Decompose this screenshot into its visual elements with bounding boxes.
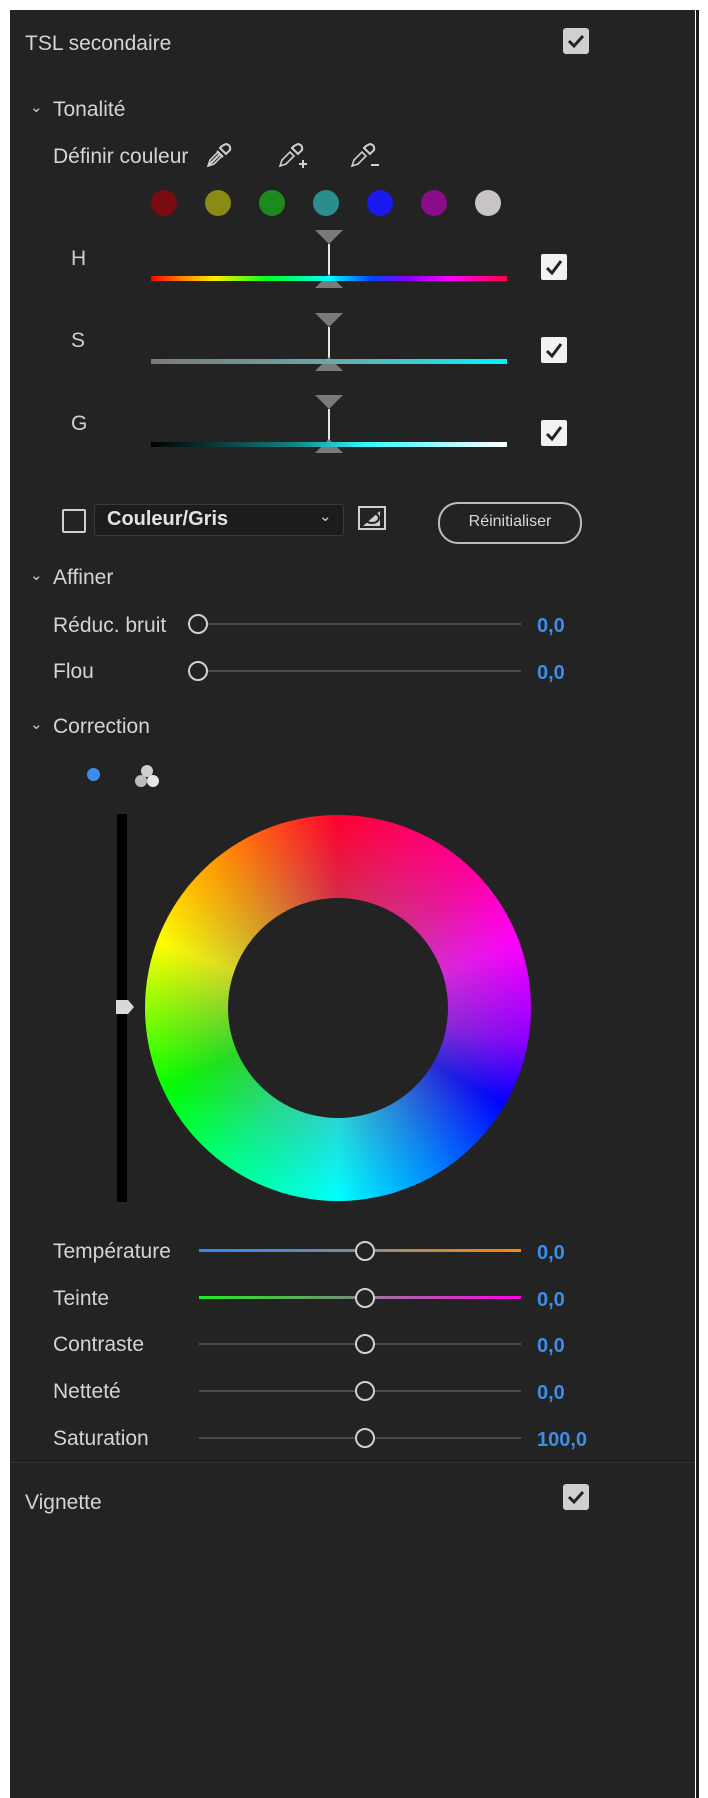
tint-value[interactable]: 0,0 [537,1289,565,1312]
hue-label: H [71,247,87,270]
tint-track-left[interactable] [199,1296,357,1299]
vignette-enable-checkbox[interactable] [563,1484,589,1510]
chevron-down-icon: ⌄ [319,508,332,525]
noise-reduction-track[interactable] [205,623,521,625]
tint-knob[interactable] [355,1288,375,1308]
color-swatch-white[interactable] [475,190,501,216]
luminance-enable-checkbox[interactable] [541,420,567,446]
invert-mask-icon[interactable] [358,506,388,532]
sharpness-knob[interactable] [355,1381,375,1401]
saturation-correction-knob[interactable] [355,1428,375,1448]
check-icon [545,426,563,442]
reset-button-label: Réinitialiser [468,513,552,530]
noise-reduction-value[interactable]: 0,0 [537,615,565,638]
saturation-correction-value[interactable]: 100,0 [537,1429,587,1452]
panel-edge [696,10,699,1798]
sharpness-label: Netteté [53,1380,121,1403]
contrast-knob[interactable] [355,1334,375,1354]
check-icon [567,1490,585,1505]
temperature-label: Température [53,1240,171,1263]
color-swatch-yellow[interactable] [205,190,231,216]
saturation-enable-checkbox[interactable] [541,337,567,363]
check-icon [567,34,585,49]
saturation-correction-label: Saturation [53,1427,149,1450]
color-swatch-cyan[interactable] [313,190,339,216]
color-wheel[interactable] [145,815,531,1201]
hue-enable-checkbox[interactable] [541,254,567,280]
hue-bar[interactable] [151,276,507,281]
section-title-tonalite: Tonalité [53,98,126,121]
color-swatch-green[interactable] [259,190,285,216]
chevron-down-icon[interactable]: ⌄ [30,715,43,733]
temperature-value[interactable]: 0,0 [537,1242,565,1265]
define-color-label: Définir couleur [53,145,189,168]
sharpness-value[interactable]: 0,0 [537,1382,565,1405]
eyedropper-icon[interactable] [204,140,234,170]
section-title-vignette: Vignette [25,1491,102,1514]
temperature-track-right[interactable] [373,1249,521,1252]
eyedropper-subtract-icon[interactable] [348,140,382,174]
check-icon [545,260,563,276]
chevron-down-icon[interactable]: ⌄ [30,98,43,116]
section-divider [10,1462,695,1463]
luminance-label: G [71,412,88,435]
color-swatch-magenta[interactable] [421,190,447,216]
lumetri-panel: TSL secondaire ⌄ Tonalité Définir couleu… [10,10,695,1798]
luminance-bar[interactable] [151,442,507,447]
color-wheel-hole [228,898,448,1118]
saturation-label: S [71,329,86,352]
tint-label: Teinte [53,1287,110,1310]
color-swatch-red[interactable] [151,190,177,216]
blur-track[interactable] [205,670,521,672]
noise-reduction-knob[interactable] [188,614,208,634]
contrast-value[interactable]: 0,0 [537,1335,565,1358]
tint-track-right[interactable] [373,1296,521,1299]
single-wheel-mode-icon[interactable] [87,768,100,781]
section-title-affiner: Affiner [53,566,114,589]
reset-button[interactable]: Réinitialiser [438,502,582,544]
temperature-track-left[interactable] [199,1249,357,1252]
noise-reduction-label: Réduc. bruit [53,614,167,637]
section-title-correction: Correction [53,715,150,738]
section-title-tsl: TSL secondaire [25,32,172,55]
eyedropper-add-icon[interactable] [276,140,310,174]
mask-mode-select[interactable]: Couleur/Gris ⌄ [94,504,344,536]
color-swatch-blue[interactable] [367,190,393,216]
blur-knob[interactable] [188,661,208,681]
blur-label: Flou [53,660,94,683]
temperature-knob[interactable] [355,1241,375,1261]
mask-mode-value: Couleur/Gris [107,508,229,530]
luminance-slider-handle[interactable] [114,998,136,1016]
show-mask-checkbox[interactable] [62,509,86,533]
contrast-label: Contraste [53,1333,145,1356]
chevron-down-icon[interactable]: ⌄ [30,566,43,584]
check-icon [545,343,563,359]
tsl-enable-checkbox[interactable] [563,28,589,54]
blur-value[interactable]: 0,0 [537,662,565,685]
three-wheel-mode-icon[interactable] [133,763,161,789]
saturation-bar[interactable] [151,359,507,364]
